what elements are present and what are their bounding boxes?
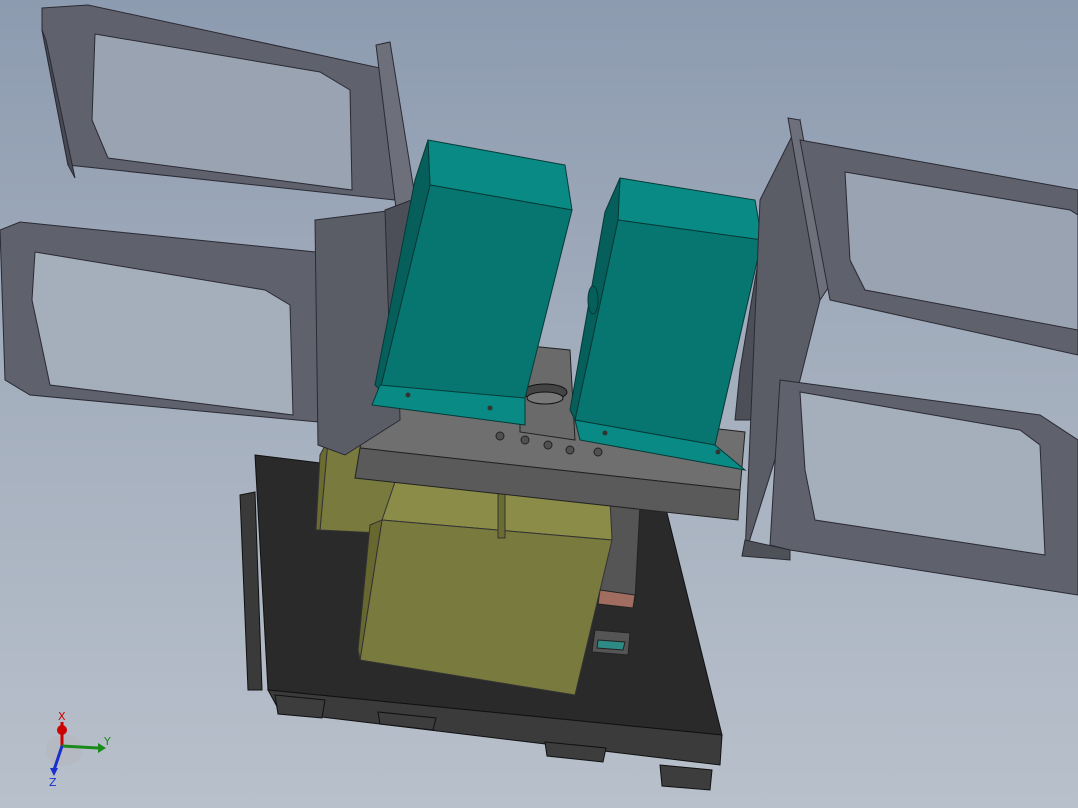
z-axis-label: Z [49, 776, 57, 788]
right-frame[interactable] [734, 117, 1078, 596]
graphics-viewport[interactable]: X Y Z [0, 0, 1078, 808]
triad-sphere [46, 734, 82, 766]
x-axis-knob [57, 725, 67, 735]
y-axis-label: Y [103, 735, 111, 748]
olive-block-large[interactable] [357, 481, 613, 696]
z-axis-arrow [50, 768, 58, 776]
left-frame[interactable] [0, 4, 429, 456]
3d-model[interactable] [0, 0, 1078, 808]
x-axis-label: X [58, 710, 66, 723]
right-clamp-block[interactable] [569, 177, 763, 471]
y-axis-line [61, 744, 99, 750]
orientation-triad: X Y Z [46, 710, 111, 788]
